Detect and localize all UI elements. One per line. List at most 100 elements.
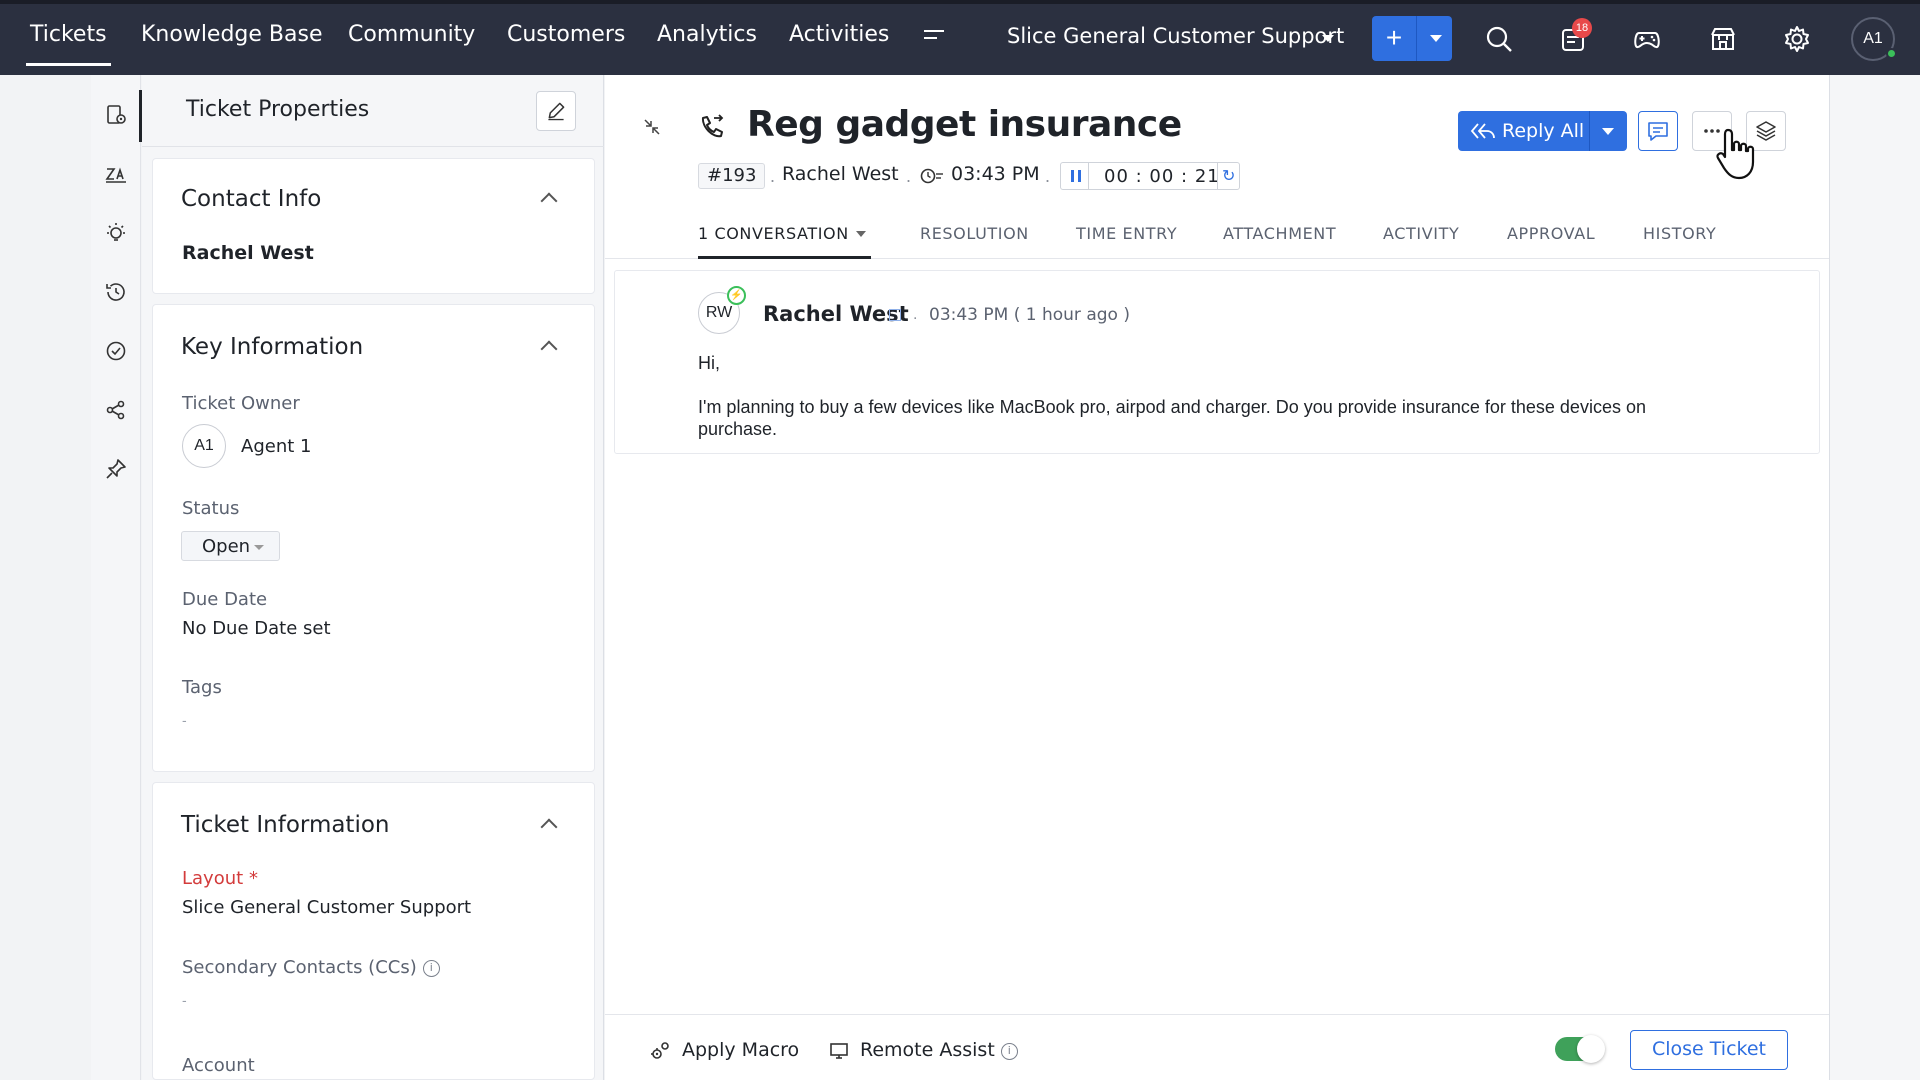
ticket-owner-value[interactable]: Agent 1 <box>241 436 311 457</box>
ticket-information-title: Ticket Information <box>181 812 390 838</box>
hand-cursor-icon <box>1716 128 1755 180</box>
phone-channel-icon <box>701 114 724 138</box>
panel-title: Ticket Properties <box>186 97 370 122</box>
edit-properties-button[interactable] <box>536 91 576 131</box>
monitor-icon[interactable] <box>828 1040 850 1062</box>
contact-info-card <box>152 158 595 294</box>
apply-macro-button[interactable]: Apply Macro <box>682 1039 799 1061</box>
nav-tab-knowledge-base[interactable]: Knowledge Base <box>141 4 323 66</box>
message-body-line: purchase. <box>698 419 778 439</box>
separator-dot: . <box>1045 166 1051 186</box>
approval-icon[interactable] <box>104 339 128 363</box>
add-new-button[interactable]: + <box>1372 16 1452 61</box>
reset-timer-icon[interactable]: ↻ <box>1222 166 1235 186</box>
owner-avatar: A1 <box>182 424 226 468</box>
reply-all-label: Reply All <box>1502 120 1585 142</box>
toggle-switch[interactable] <box>1555 1035 1605 1063</box>
settings-icon[interactable] <box>1782 24 1812 54</box>
collapse-icon[interactable] <box>642 117 662 137</box>
contact-card-icon[interactable] <box>889 309 901 321</box>
chevron-down-icon[interactable] <box>856 231 866 237</box>
message-greeting: Hi, <box>698 353 720 373</box>
contact-info-title: Contact Info <box>181 186 322 212</box>
info-icon[interactable]: i <box>422 960 440 977</box>
secondary-contacts-label: Secondary Contacts (CCs) i <box>182 957 440 978</box>
reply-all-button[interactable]: Reply All <box>1458 111 1627 151</box>
pause-icon[interactable] <box>1071 170 1081 182</box>
add-dropdown-caret-icon[interactable] <box>1430 35 1442 42</box>
reply-dropdown-caret-icon[interactable] <box>1602 128 1614 135</box>
ticket-contact[interactable]: Rachel West <box>782 163 899 185</box>
separator-dot: . <box>906 166 912 186</box>
divider <box>1589 111 1590 151</box>
sender-name[interactable]: Rachel West <box>763 302 909 326</box>
tab-activity[interactable]: ACTIVITY <box>1383 224 1459 243</box>
remote-assist-label: Remote Assist <box>860 1039 995 1061</box>
message-body-line: I'm planning to buy a few devices like M… <box>698 397 1646 417</box>
tab-conversation[interactable]: 1 CONVERSATION <box>698 224 849 243</box>
lightning-icon: ⚡ <box>727 286 746 305</box>
chevron-down-icon[interactable] <box>1322 35 1334 42</box>
tags-label: Tags <box>182 677 222 698</box>
time-tracker: 00 : 00 : 21 ↻ <box>1060 162 1240 190</box>
online-status-indicator <box>1886 48 1897 59</box>
divider <box>142 146 604 147</box>
layout-value[interactable]: Slice General Customer Support <box>182 897 471 918</box>
history-icon[interactable] <box>104 280 128 304</box>
contact-name[interactable]: Rachel West <box>182 242 314 264</box>
more-menu-icon[interactable] <box>924 30 944 44</box>
nav-tab-activities[interactable]: Activities <box>789 4 889 66</box>
sentiment-icon[interactable] <box>104 162 128 186</box>
separator-dot: . <box>770 166 776 186</box>
due-date-label: Due Date <box>182 589 268 610</box>
divider <box>1088 163 1089 189</box>
nav-tab-analytics[interactable]: Analytics <box>657 4 757 66</box>
reply-all-icon <box>1470 123 1495 139</box>
macro-gears-icon[interactable] <box>649 1040 671 1062</box>
ticket-time: 03:43 PM <box>951 163 1040 185</box>
required-mark: * <box>248 868 258 889</box>
layout-label-text: Layout <box>182 868 244 889</box>
plus-icon[interactable]: + <box>1372 16 1417 61</box>
tab-resolution[interactable]: RESOLUTION <box>920 224 1029 243</box>
search-icon[interactable] <box>1484 24 1514 54</box>
status-value: Open <box>202 536 251 557</box>
clock-sla-icon <box>920 168 943 184</box>
status-label: Status <box>182 498 240 519</box>
right-side-strip <box>1829 75 1920 1080</box>
marketplace-icon[interactable] <box>1708 24 1738 54</box>
close-ticket-button[interactable]: Close Ticket <box>1630 1030 1788 1070</box>
nav-tab-tickets[interactable]: Tickets <box>26 4 111 66</box>
department-selector[interactable]: Slice General Customer Support <box>1007 24 1344 48</box>
tags-value[interactable]: - <box>182 712 187 728</box>
chevron-down-icon <box>254 545 264 550</box>
gamepad-icon[interactable] <box>1632 24 1662 54</box>
tab-approval[interactable]: APPROVAL <box>1507 224 1595 243</box>
nav-tab-customers[interactable]: Customers <box>507 4 625 66</box>
active-tab-underline <box>698 256 871 259</box>
status-dropdown[interactable]: Open <box>181 531 280 561</box>
tab-history[interactable]: HISTORY <box>1643 224 1716 243</box>
ticket-number[interactable]: #193 <box>698 163 766 189</box>
secondary-contacts-label-text: Secondary Contacts (CCs) <box>182 957 417 978</box>
tab-attachment[interactable]: ATTACHMENT <box>1223 224 1336 243</box>
share-icon[interactable] <box>104 398 128 422</box>
remote-assist-button[interactable]: Remote Assist i <box>860 1039 1018 1061</box>
layout-label: Layout * <box>182 868 258 889</box>
pencil-icon <box>548 102 565 121</box>
comment-icon <box>1648 122 1668 141</box>
ideas-icon[interactable] <box>104 221 128 245</box>
tab-time-entry[interactable]: TIME ENTRY <box>1076 224 1177 243</box>
ticket-subject: Reg gadget insurance <box>747 104 1182 145</box>
ticket-properties-icon[interactable] <box>104 103 128 127</box>
comment-button[interactable] <box>1638 111 1678 151</box>
key-information-title: Key Information <box>181 334 364 360</box>
secondary-contacts-value[interactable]: - <box>182 992 187 1008</box>
separator-dot: . <box>913 306 918 323</box>
info-icon[interactable]: i <box>1000 1043 1018 1060</box>
divider <box>1217 163 1218 189</box>
due-date-value[interactable]: No Due Date set <box>182 618 331 639</box>
pin-icon[interactable] <box>104 457 128 481</box>
nav-tab-community[interactable]: Community <box>348 4 475 66</box>
notification-count-badge: 18 <box>1572 18 1592 38</box>
